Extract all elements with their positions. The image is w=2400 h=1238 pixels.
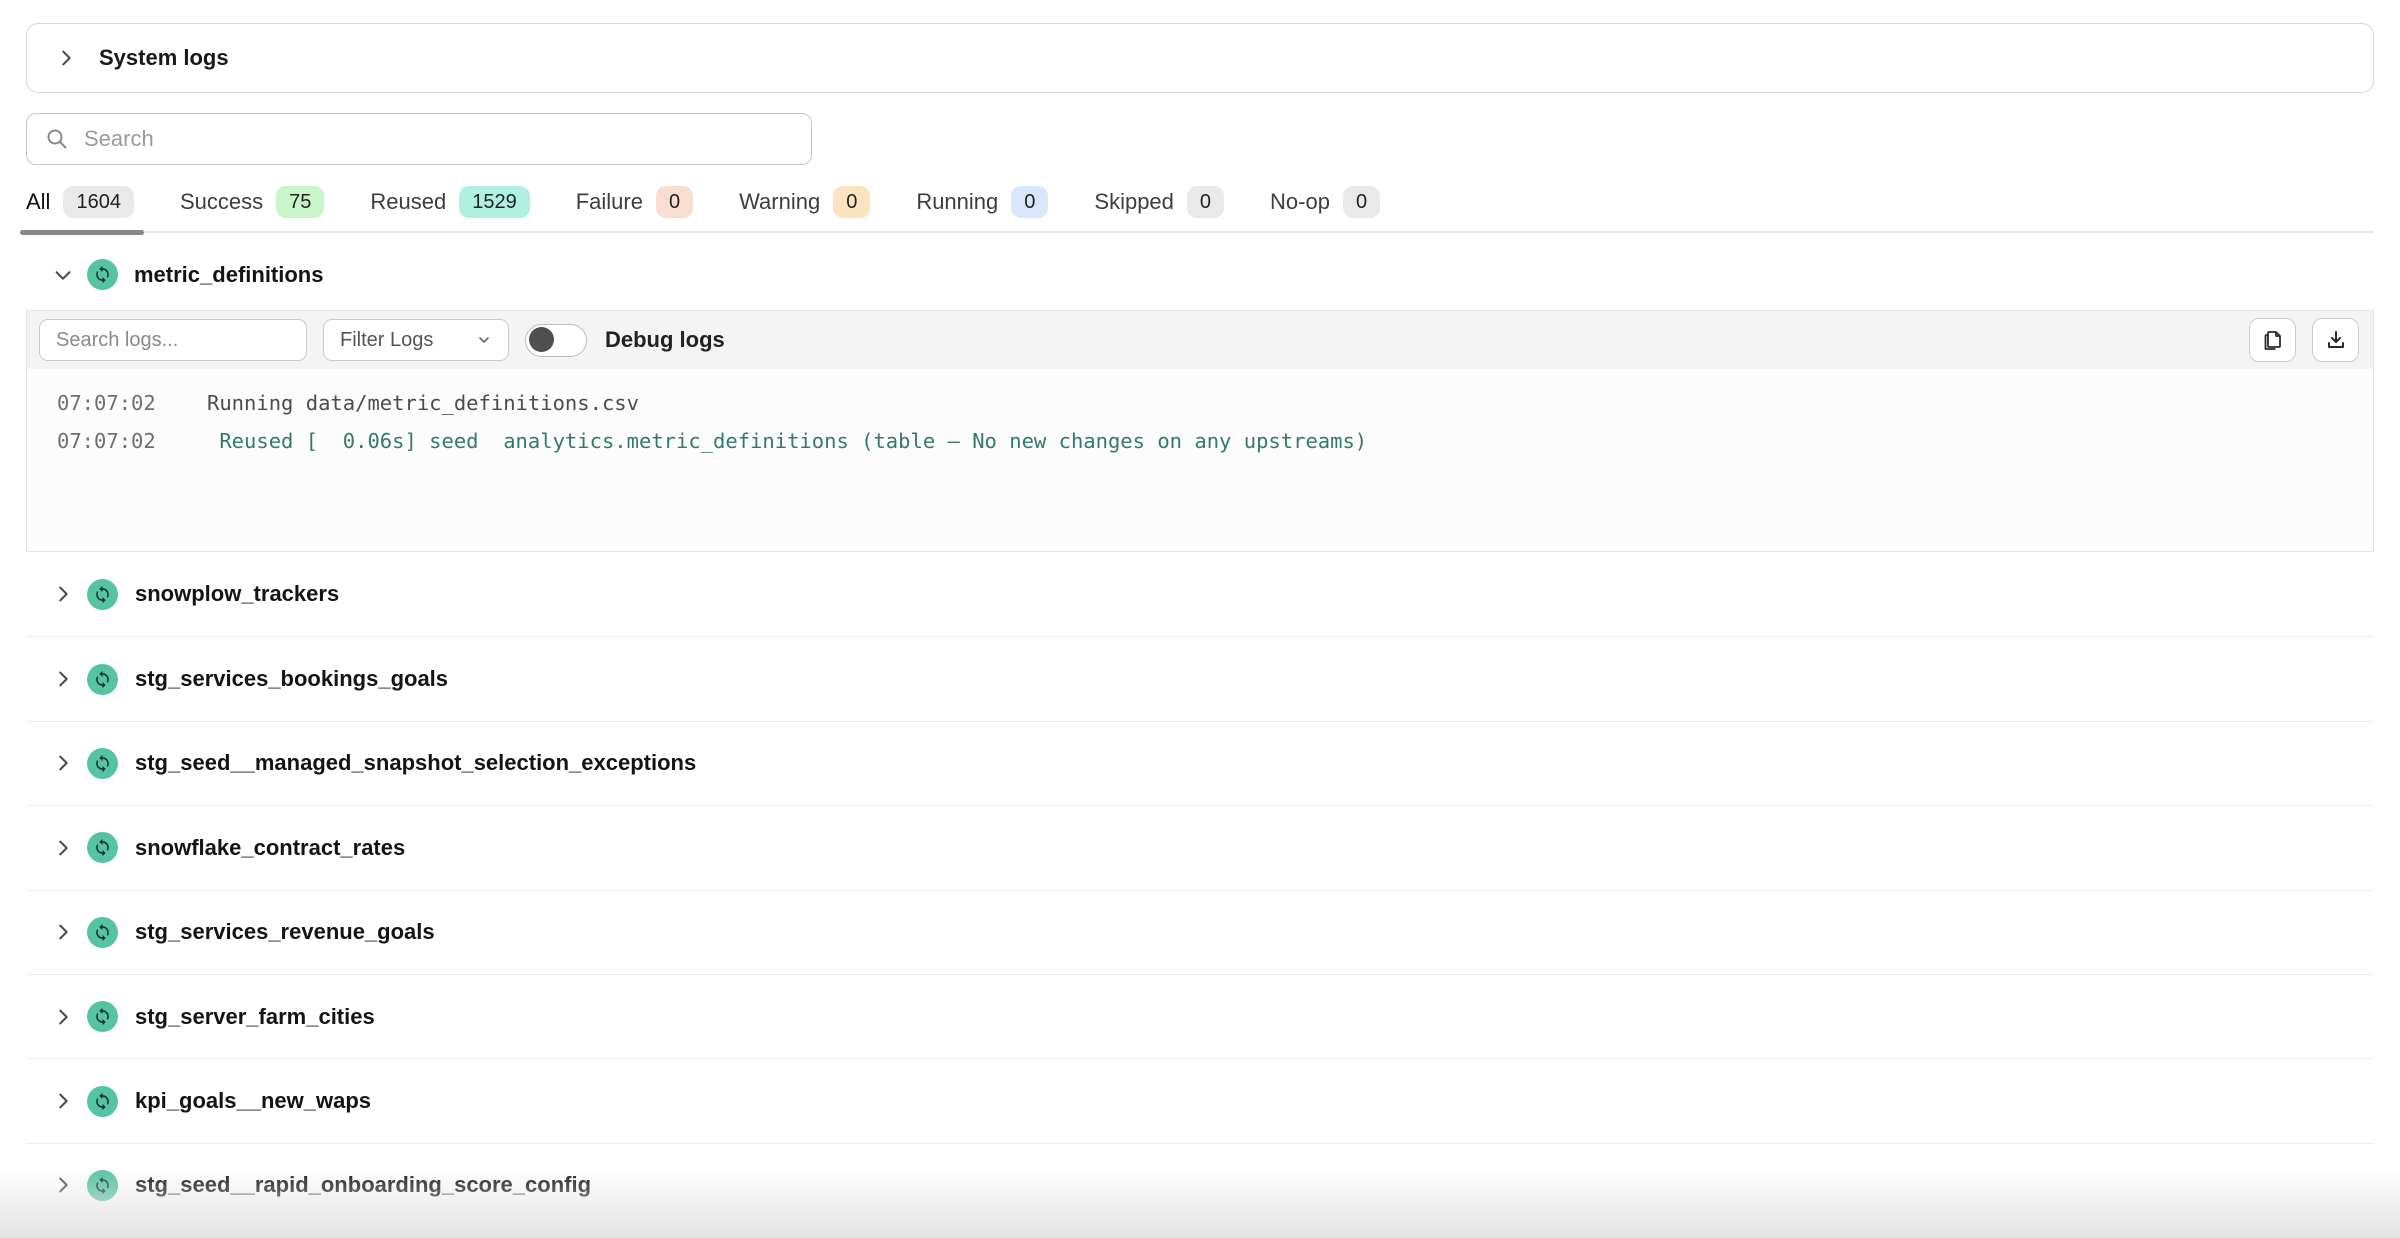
list-item-stg-seed-rapid-onboarding-score-config[interactable]: stg_seed__rapid_onboarding_score_config: [26, 1143, 2374, 1227]
log-panel: Filter Logs Debug logs 07:07:02 Running …: [26, 310, 2374, 552]
debug-logs-label: Debug logs: [605, 327, 725, 353]
tab-count-badge: 0: [833, 186, 870, 218]
tab-label: Reused: [370, 189, 446, 215]
tab-count-badge: 0: [656, 186, 693, 218]
list-item-kpi-goals-new-waps[interactable]: kpi_goals__new_waps: [26, 1058, 2374, 1142]
system-logs-section[interactable]: System logs: [26, 23, 2374, 93]
tab-label: Failure: [576, 189, 643, 215]
chevron-right-icon: [52, 1006, 74, 1028]
tab-label: Success: [180, 189, 263, 215]
log-toolbar: Filter Logs Debug logs: [27, 311, 2373, 369]
copy-icon: [2261, 328, 2285, 352]
log-timestamp: 07:07:02: [57, 384, 159, 422]
tab-label: No-op: [1270, 189, 1330, 215]
status-tabs: All 1604 Success 75 Reused 1529 Failure …: [26, 186, 2374, 233]
chevron-right-icon: [52, 583, 74, 605]
model-name: stg_services_bookings_goals: [135, 666, 448, 692]
model-list: snowplow_trackers stg_services_bookings_…: [26, 552, 2374, 1227]
tab-label: Warning: [739, 189, 820, 215]
filter-logs-label: Filter Logs: [340, 329, 433, 352]
chevron-right-icon: [52, 1174, 74, 1196]
tab-count-badge: 75: [276, 186, 324, 218]
download-icon: [2324, 328, 2348, 352]
log-search-bar: [39, 319, 307, 361]
search-input[interactable]: [84, 126, 793, 152]
chevron-right-icon: [52, 921, 74, 943]
log-line: 07:07:02 Running data/metric_definitions…: [57, 384, 2373, 422]
app-root: System logs All 1604 Success 75 Reused 1…: [0, 0, 2400, 1238]
log-search-input[interactable]: [56, 329, 290, 352]
chevron-right-icon: [52, 837, 74, 859]
debug-logs-toggle[interactable]: [525, 324, 587, 357]
model-name: stg_seed__rapid_onboarding_score_config: [135, 1172, 591, 1198]
reused-icon: [87, 748, 118, 779]
tab-all[interactable]: All 1604: [26, 186, 134, 218]
tab-count-badge: 0: [1343, 186, 1380, 218]
model-name: kpi_goals__new_waps: [135, 1088, 371, 1114]
reused-icon: [87, 1170, 118, 1201]
expanded-section-header[interactable]: metric_definitions: [26, 233, 2374, 310]
tab-warning[interactable]: Warning 0: [739, 186, 870, 218]
tab-count-badge: 0: [1011, 186, 1048, 218]
chevron-right-icon: [52, 668, 74, 690]
tab-reused[interactable]: Reused 1529: [370, 186, 529, 218]
log-message: Running data/metric_definitions.csv: [207, 384, 639, 422]
model-name: snowplow_trackers: [135, 581, 339, 607]
reused-icon: [87, 917, 118, 948]
list-item-stg-seed-managed-snapshot-selection-exceptions[interactable]: stg_seed__managed_snapshot_selection_exc…: [26, 721, 2374, 805]
list-item-snowflake-contract-rates[interactable]: snowflake_contract_rates: [26, 805, 2374, 889]
log-message: Reused [ 0.06s] seed analytics.metric_de…: [207, 422, 1367, 460]
chevron-right-icon: [52, 1090, 74, 1112]
chevron-right-icon: [55, 47, 77, 69]
chevron-down-icon: [52, 264, 74, 286]
tab-count-badge: 0: [1187, 186, 1224, 218]
tab-failure[interactable]: Failure 0: [576, 186, 693, 218]
log-output: 07:07:02 Running data/metric_definitions…: [27, 369, 2373, 551]
tab-skipped[interactable]: Skipped 0: [1094, 186, 1224, 218]
log-line: 07:07:02 Reused [ 0.06s] seed analytics.…: [57, 422, 2373, 460]
tab-label: All: [26, 189, 50, 215]
tab-running[interactable]: Running 0: [916, 186, 1048, 218]
reused-icon: [87, 832, 118, 863]
chevron-right-icon: [52, 752, 74, 774]
list-item-snowplow-trackers[interactable]: snowplow_trackers: [26, 552, 2374, 636]
list-item-stg-services-revenue-goals[interactable]: stg_services_revenue_goals: [26, 890, 2374, 974]
tab-count-badge: 1529: [459, 186, 530, 218]
tab-count-badge: 1604: [63, 186, 134, 218]
reused-icon: [87, 1086, 118, 1117]
reused-icon: [87, 579, 118, 610]
reused-icon: [87, 259, 118, 290]
tab-noop[interactable]: No-op 0: [1270, 186, 1380, 218]
reused-icon: [87, 1001, 118, 1032]
search-icon: [45, 127, 69, 151]
search-bar: [26, 113, 812, 165]
model-name: stg_services_revenue_goals: [135, 919, 435, 945]
section-name: metric_definitions: [134, 262, 323, 288]
reused-icon: [87, 664, 118, 695]
chevron-down-icon: [476, 332, 492, 348]
model-name: snowflake_contract_rates: [135, 835, 405, 861]
filter-logs-dropdown[interactable]: Filter Logs: [323, 319, 509, 361]
copy-logs-button[interactable]: [2249, 318, 2296, 362]
system-logs-title: System logs: [99, 45, 229, 71]
tab-success[interactable]: Success 75: [180, 186, 324, 218]
toggle-knob: [529, 327, 554, 352]
tab-label: Running: [916, 189, 998, 215]
model-name: stg_server_farm_cities: [135, 1004, 375, 1030]
list-item-stg-services-bookings-goals[interactable]: stg_services_bookings_goals: [26, 636, 2374, 720]
list-item-stg-server-farm-cities[interactable]: stg_server_farm_cities: [26, 974, 2374, 1058]
download-logs-button[interactable]: [2312, 318, 2359, 362]
tab-label: Skipped: [1094, 189, 1174, 215]
model-name: stg_seed__managed_snapshot_selection_exc…: [135, 750, 696, 776]
log-timestamp: 07:07:02: [57, 422, 159, 460]
